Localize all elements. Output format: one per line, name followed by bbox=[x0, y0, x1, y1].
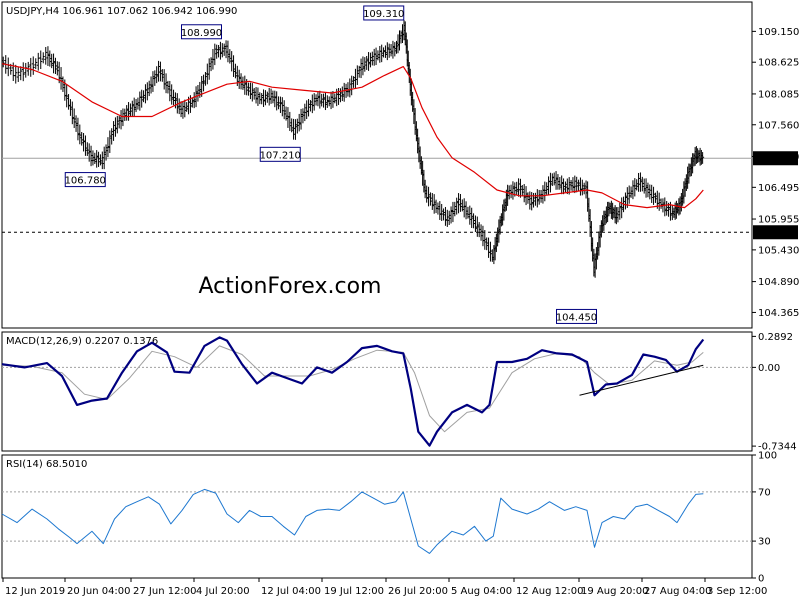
macd-signal-line bbox=[1, 345, 704, 433]
watermark-text: ActionForex.com bbox=[199, 274, 382, 299]
support-price-label: 105.730 bbox=[757, 228, 798, 239]
x-axis-tick-label: 12 Jun 2019 bbox=[5, 586, 65, 597]
price-annotation-label: 106.780 bbox=[65, 176, 106, 187]
macd-line bbox=[1, 336, 705, 447]
price-axis-tick-label: 108.625 bbox=[758, 58, 799, 69]
x-axis-tick-label: 12 Aug 12:00 bbox=[516, 586, 583, 597]
rsi-axis-tick-label: 30 bbox=[758, 537, 771, 548]
price-annotation-label: 108.990 bbox=[181, 28, 222, 39]
price-axis-tick-label: 105.430 bbox=[758, 245, 799, 256]
rsi-axis-tick-label: 70 bbox=[758, 487, 771, 498]
x-axis-tick-label: 3 Sep 12:00 bbox=[707, 586, 767, 597]
price-axis-tick-label: 104.890 bbox=[758, 277, 799, 288]
rsi-axis-tick-label: 100 bbox=[758, 451, 777, 462]
price-annotation-label: 109.310 bbox=[363, 9, 404, 20]
price-axis-tick-label: 105.955 bbox=[758, 215, 799, 226]
price-axis-tick-label: 107.560 bbox=[758, 120, 799, 131]
price-axis-tick-label: 106.495 bbox=[758, 183, 799, 194]
macd-axis-tick-label: 0.2892 bbox=[758, 332, 793, 343]
moving-average-line bbox=[1, 63, 704, 209]
x-axis-tick-label: 20 Jun 04:00 bbox=[67, 586, 131, 597]
x-axis-tick-label: 12 Jul 04:00 bbox=[261, 586, 321, 597]
macd-trendline bbox=[579, 364, 704, 396]
macd-title: MACD(12,26,9) 0.2207 0.1376 bbox=[6, 336, 158, 347]
x-axis-tick-label: 5 Aug 04:00 bbox=[451, 586, 512, 597]
macd-axis-tick-label: 0.00 bbox=[758, 363, 780, 374]
price-axis-tick-label: 104.365 bbox=[758, 308, 799, 319]
price-axis-tick-label: 108.085 bbox=[758, 89, 799, 100]
current-price-label: 106.990 bbox=[757, 154, 798, 165]
price-annotation-label: 107.210 bbox=[260, 150, 301, 161]
price-bars bbox=[1, 20, 705, 278]
x-axis-tick-label: 19 Jul 12:00 bbox=[324, 586, 384, 597]
x-axis-tick-label: 4 Jul 20:00 bbox=[196, 586, 250, 597]
rsi-pane-frame bbox=[1, 454, 753, 579]
x-axis-tick-label: 26 Jul 20:00 bbox=[388, 586, 448, 597]
price-annotation-label: 104.450 bbox=[556, 312, 597, 323]
x-axis-tick-label: 19 Aug 20:00 bbox=[581, 586, 648, 597]
x-axis-tick-label: 27 Jun 12:00 bbox=[133, 586, 197, 597]
price-axis-tick-label: 109.150 bbox=[758, 27, 799, 38]
x-axis-tick-label: 27 Aug 04:00 bbox=[644, 586, 711, 597]
usdjpy-chart: ActionForex.com USDJPY,H4 106.961 107.06… bbox=[1, 1, 799, 597]
rsi-axis-tick-label: 0 bbox=[758, 574, 764, 585]
rsi-line bbox=[1, 488, 704, 554]
price-title: USDJPY,H4 106.961 107.062 106.942 106.99… bbox=[6, 6, 237, 17]
rsi-title: RSI(14) 68.5010 bbox=[6, 459, 87, 470]
